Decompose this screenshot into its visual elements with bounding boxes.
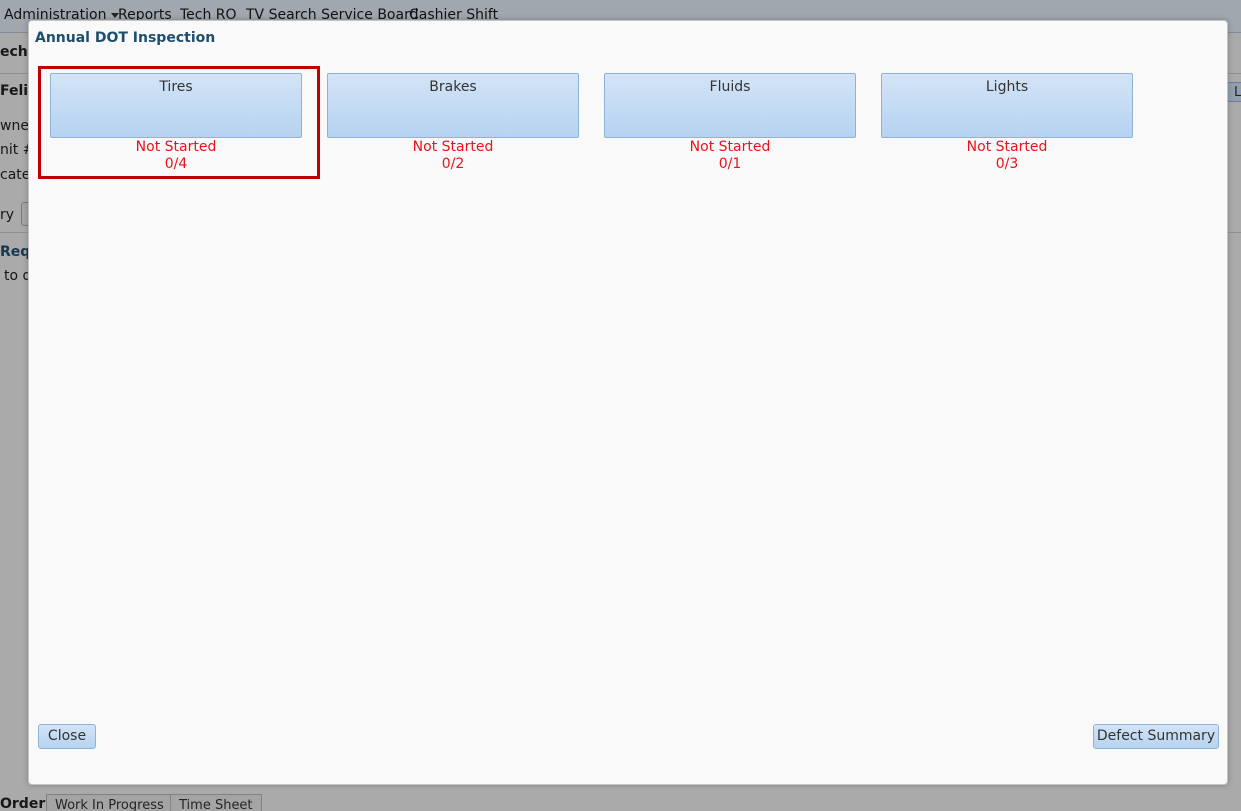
- category-progress-fluids: 0/1: [718, 156, 742, 172]
- category-card-lights: Lights Not Started 0/3: [881, 73, 1133, 172]
- close-button[interactable]: Close: [38, 724, 96, 749]
- category-button-fluids[interactable]: Fluids: [604, 73, 856, 138]
- category-card-fluids: Fluids Not Started 0/1: [604, 73, 856, 172]
- dialog-title: Annual DOT Inspection: [35, 30, 216, 46]
- category-status-lights: Not Started: [966, 139, 1048, 155]
- category-progress-lights: 0/3: [995, 156, 1019, 172]
- category-progress-tires: 0/4: [164, 156, 188, 172]
- category-button-lights[interactable]: Lights: [881, 73, 1133, 138]
- category-status-tires: Not Started: [135, 139, 217, 155]
- category-progress-brakes: 0/2: [441, 156, 465, 172]
- category-status-brakes: Not Started: [412, 139, 494, 155]
- inspection-dialog: Annual DOT Inspection Tires Not Started …: [28, 20, 1228, 785]
- category-card-brakes: Brakes Not Started 0/2: [327, 73, 579, 172]
- category-status-fluids: Not Started: [689, 139, 771, 155]
- category-button-brakes[interactable]: Brakes: [327, 73, 579, 138]
- category-card-tires: Tires Not Started 0/4: [50, 73, 302, 172]
- category-button-tires[interactable]: Tires: [50, 73, 302, 138]
- defect-summary-button[interactable]: Defect Summary: [1093, 724, 1219, 749]
